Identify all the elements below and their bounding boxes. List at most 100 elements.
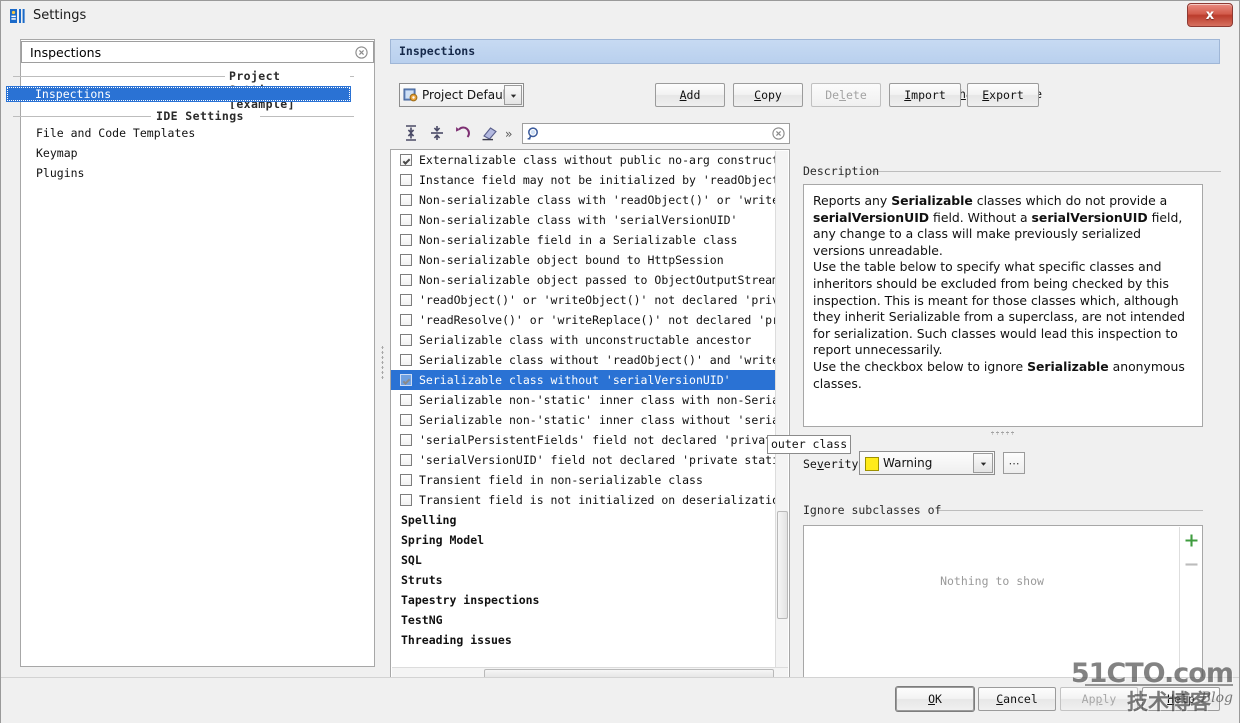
checkbox-icon[interactable] [400,314,412,326]
sidebar-item-inspections[interactable]: Inspections [6,86,351,102]
inspection-row[interactable]: Non-serializable field in a Serializable… [391,230,783,250]
sidebar-item-label: Keymap [36,146,78,160]
panel-splitter[interactable] [378,39,388,667]
inspection-row[interactable]: 'readResolve()' or 'writeReplace()' not … [391,310,783,330]
inspection-label: 'serialPersistentFields' field not decla… [419,430,783,450]
checkbox-icon[interactable] [400,294,412,306]
help-label-mnemonic: H [1167,692,1174,706]
import-button[interactable]: Import [889,83,961,107]
add-label-mnemonic: A [680,88,687,102]
expand-all-icon[interactable] [401,123,423,145]
inspection-row[interactable]: Non-serializable object bound to HttpSes… [391,250,783,270]
checkbox-icon[interactable] [400,394,412,406]
inspection-row[interactable]: Non-serializable class with 'readObject(… [391,190,783,210]
help-button[interactable]: Help [1142,687,1220,711]
inspection-label: Non-serializable class with 'serialVersi… [419,210,738,230]
severity-options-button[interactable]: ⋯ [1003,452,1025,474]
inspection-row[interactable]: Non-serializable object passed to Object… [391,270,783,290]
checkbox-icon[interactable] [400,354,412,366]
scrollbar-thumb[interactable] [777,511,788,619]
inspection-category-row[interactable]: Threading issues [391,630,783,650]
checkbox-icon[interactable] [400,194,412,206]
inspection-label: 'serialVersionUID' field not declared 'p… [419,450,783,470]
inspection-row[interactable]: Instance field may not be initialized by… [391,170,783,190]
inspection-search-field[interactable] [522,123,790,144]
sidebar-item-plugins[interactable]: Plugins [7,165,84,181]
inspection-row[interactable]: Serializable class without 'readObject()… [391,350,783,370]
checkbox-icon[interactable] [400,374,412,386]
chevron-down-icon[interactable] [504,85,522,105]
clear-icon[interactable] [772,127,785,140]
delete-label-post: ete [846,88,867,102]
inspection-row[interactable]: Serializable class with unconstructable … [391,330,783,350]
profile-select[interactable]: Project Default [399,83,524,107]
inspection-category-row[interactable]: Spelling [391,510,783,530]
ignore-subclasses-table[interactable]: Nothing to show [803,525,1203,683]
copy-button[interactable]: Copy [733,83,803,107]
severity-label: Severity: [803,457,865,471]
eraser-icon[interactable] [479,123,501,145]
checkbox-icon[interactable] [400,254,412,266]
export-button[interactable]: Export [967,83,1039,107]
sidebar-item-label: Plugins [36,166,84,180]
close-button[interactable]: x [1187,3,1233,27]
ok-label-post: K [935,692,942,706]
checkbox-icon[interactable] [400,454,412,466]
sidebar-item-label: File and Code Templates [36,126,195,140]
inspection-row[interactable]: Externalizable class without public no-a… [391,150,783,170]
inspection-row[interactable]: Transient field is not initialized on de… [391,490,783,510]
truncated-text-tooltip: outer class [767,435,851,454]
checkbox-icon[interactable] [400,414,412,426]
cancel-label-post: ancel [1003,692,1038,706]
inspection-row[interactable]: 'serialVersionUID' field not declared 'p… [391,450,783,470]
settings-filter-field[interactable]: Inspections [21,41,374,63]
checkbox-icon[interactable] [400,334,412,346]
sidebar-item-file-and-code-templates[interactable]: File and Code Templates [7,125,195,141]
minus-icon[interactable] [1184,557,1199,572]
collapse-all-icon[interactable] [427,123,449,145]
inspection-category-row[interactable]: Struts [391,570,783,590]
severity-select[interactable]: Warning [859,451,995,475]
inspection-category-row[interactable]: Spring Model [391,530,783,550]
inspection-row[interactable]: 'readObject()' or 'writeObject()' not de… [391,290,783,310]
description-splitter-grip-icon[interactable] [990,431,1016,435]
group-ignore-subclasses: Ignore subclasses of [803,503,1203,517]
checkbox-icon[interactable] [400,174,412,186]
inspection-label: Spring Model [401,530,484,550]
checkbox-icon[interactable] [400,234,412,246]
settings-filter-value: Inspections [30,45,101,60]
panel-header: Inspections [390,39,1220,64]
inspection-row[interactable]: Serializable class without 'serialVersio… [391,370,783,390]
inspection-label: Serializable non-'static' inner class wi… [419,390,783,410]
ok-button[interactable]: OK [896,687,974,711]
panel-title: Inspections [399,44,475,58]
add-button[interactable]: Add [655,83,725,107]
inspection-row[interactable]: Non-serializable class with 'serialVersi… [391,210,783,230]
ignore-subclasses-label: Ignore subclasses of [803,503,941,517]
sidebar-item-keymap[interactable]: Keymap [7,145,78,161]
clear-icon[interactable] [355,46,368,59]
toolbar-overflow-icon[interactable]: » [505,127,512,141]
inspection-category-row[interactable]: Tapestry inspections [391,590,783,610]
inspection-list[interactable]: Externalizable class without public no-a… [390,149,790,682]
chevron-down-icon[interactable] [973,453,993,473]
copy-label-post: opy [761,88,782,102]
reset-icon[interactable] [453,123,475,145]
checkbox-icon[interactable] [400,274,412,286]
checkbox-icon[interactable] [400,154,412,166]
inspection-row[interactable]: Transient field in non-serializable clas… [391,470,783,490]
profile-value: Project Default [422,88,511,102]
checkbox-icon[interactable] [400,214,412,226]
sidebar-item-label: Inspections [35,87,111,101]
inspection-row[interactable]: 'serialPersistentFields' field not decla… [391,430,783,450]
inspection-row[interactable]: Serializable non-'static' inner class wi… [391,410,783,430]
inspection-category-row[interactable]: SQL [391,550,783,570]
cancel-button[interactable]: Cancel [978,687,1056,711]
inspection-list-vscrollbar[interactable] [775,151,788,668]
checkbox-icon[interactable] [400,494,412,506]
inspection-category-row[interactable]: TestNG [391,610,783,630]
checkbox-icon[interactable] [400,434,412,446]
plus-icon[interactable] [1184,533,1199,548]
checkbox-icon[interactable] [400,474,412,486]
inspection-row[interactable]: Serializable non-'static' inner class wi… [391,390,783,410]
